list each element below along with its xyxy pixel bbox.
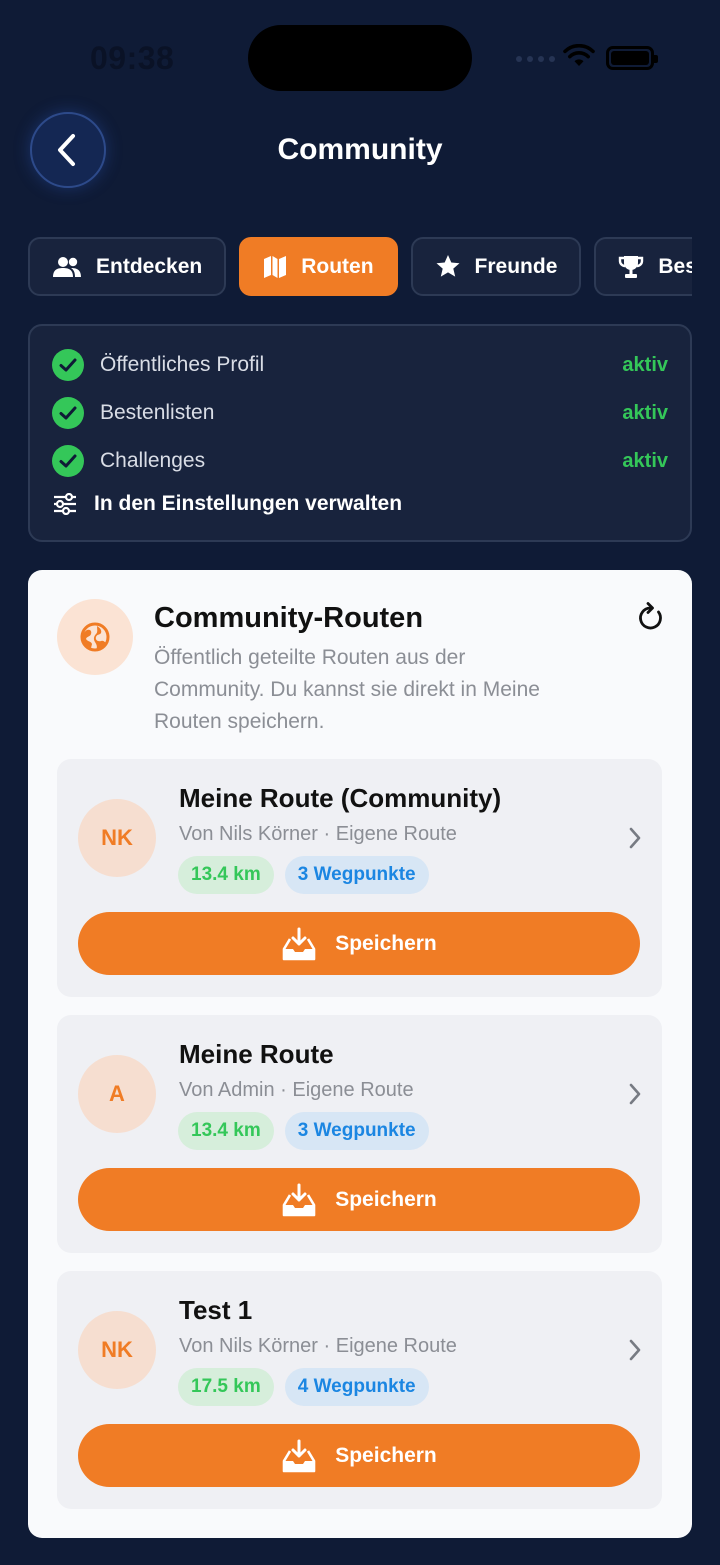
- chevron-right-icon: [629, 1083, 641, 1105]
- privacy-row-leaderboards: Bestenlisten aktiv: [52, 395, 668, 431]
- route-title: Test 1: [179, 1295, 253, 1325]
- avatar: NK: [78, 1311, 156, 1389]
- tab-label: Entdecken: [96, 254, 203, 278]
- tab-routen[interactable]: Routen: [239, 237, 398, 296]
- privacy-row-public-profile: Öffentliches Profil aktiv: [52, 347, 668, 383]
- sliders-icon: [54, 493, 76, 515]
- distance-chip: 17.5 km: [178, 1368, 274, 1406]
- waypoints-chip: 3 Wegpunkte: [284, 856, 429, 894]
- route-title: Meine Route: [179, 1039, 334, 1069]
- tab-label: Bestenlisten: [658, 254, 692, 278]
- waypoints-chip: 3 Wegpunkte: [284, 1112, 429, 1150]
- tray-download-icon: [282, 1183, 316, 1216]
- community-screen: 09:38 Community Entdecken Routen Freunde…: [0, 0, 720, 1565]
- distance-chip: 13.4 km: [178, 856, 274, 894]
- globe-icon: [80, 622, 110, 652]
- waypoints-chip: 4 Wegpunkte: [284, 1368, 429, 1406]
- distance-chip: 13.4 km: [178, 1112, 274, 1150]
- privacy-status-panel: Öffentliches Profil aktiv Bestenlisten a…: [28, 324, 692, 542]
- avatar: A: [78, 1055, 156, 1133]
- status-bar: 09:38: [0, 0, 720, 110]
- refresh-icon[interactable]: [636, 602, 664, 632]
- checkmark-circle-icon: [52, 397, 84, 429]
- privacy-row-challenges: Challenges aktiv: [52, 443, 668, 479]
- card-title: Community-Routen: [154, 602, 424, 634]
- save-route-button[interactable]: Speichern: [78, 1424, 640, 1487]
- manage-settings-link[interactable]: In den Einstellungen verwalten: [52, 492, 402, 516]
- privacy-status: aktiv: [622, 353, 668, 376]
- save-button-label: Speichern: [335, 931, 437, 955]
- checkmark-circle-icon: [52, 349, 84, 381]
- avatar: NK: [78, 799, 156, 877]
- chevron-right-icon: [629, 1339, 641, 1361]
- manage-settings-label: In den Einstellungen verwalten: [94, 492, 403, 515]
- route-author: Von Nils Körner · Eigene Route: [179, 1335, 457, 1357]
- save-button-label: Speichern: [335, 1187, 437, 1211]
- page-title: Community: [277, 133, 443, 166]
- route-title: Meine Route (Community): [179, 783, 502, 813]
- privacy-label: Challenges: [100, 449, 206, 472]
- dynamic-island: [248, 25, 472, 91]
- tray-download-icon: [282, 1439, 316, 1472]
- map-icon: [264, 255, 287, 278]
- wifi-icon: [563, 44, 595, 66]
- checkmark-circle-icon: [52, 445, 84, 477]
- chevron-right-icon: [629, 827, 641, 849]
- people-icon: [53, 256, 81, 277]
- tab-bar: Entdecken Routen Freunde Bes: [28, 237, 692, 297]
- status-time: 09:38: [90, 40, 175, 76]
- cellular-signal-icon: [516, 56, 555, 62]
- privacy-label: Öffentliches Profil: [100, 353, 265, 376]
- tray-download-icon: [282, 927, 316, 960]
- save-route-button[interactable]: Speichern: [78, 912, 640, 975]
- community-routes-card: Community-Routen Öffentlich geteilte Rou…: [28, 570, 692, 1538]
- save-button-label: Speichern: [335, 1443, 437, 1467]
- tab-entdecken[interactable]: Entdecken: [28, 237, 227, 296]
- tab-freunde[interactable]: Freunde: [410, 237, 582, 296]
- save-route-button[interactable]: Speichern: [78, 1168, 640, 1231]
- privacy-label: Bestenlisten: [100, 401, 215, 424]
- card-description: Öffentlich geteilte Routen aus der Commu…: [154, 646, 540, 733]
- route-author: Von Admin · Eigene Route: [179, 1079, 414, 1101]
- route-card[interactable]: A Meine Route Von Admin · Eigene Route 1…: [57, 1015, 662, 1253]
- tab-label: Routen: [301, 254, 374, 278]
- tab-bestenlisten[interactable]: Bestenlisten: [594, 237, 692, 296]
- battery-icon: [606, 46, 658, 70]
- globe-badge: [57, 599, 133, 675]
- tab-label: Freunde: [474, 254, 558, 278]
- route-card[interactable]: NK Meine Route (Community) Von Nils Körn…: [57, 759, 662, 997]
- route-author: Von Nils Körner · Eigene Route: [179, 823, 457, 845]
- privacy-status: aktiv: [622, 449, 668, 472]
- trophy-icon: [619, 255, 644, 278]
- star-icon: [436, 255, 460, 277]
- privacy-status: aktiv: [622, 401, 668, 424]
- route-card[interactable]: NK Test 1 Von Nils Körner · Eigene Route…: [57, 1271, 662, 1509]
